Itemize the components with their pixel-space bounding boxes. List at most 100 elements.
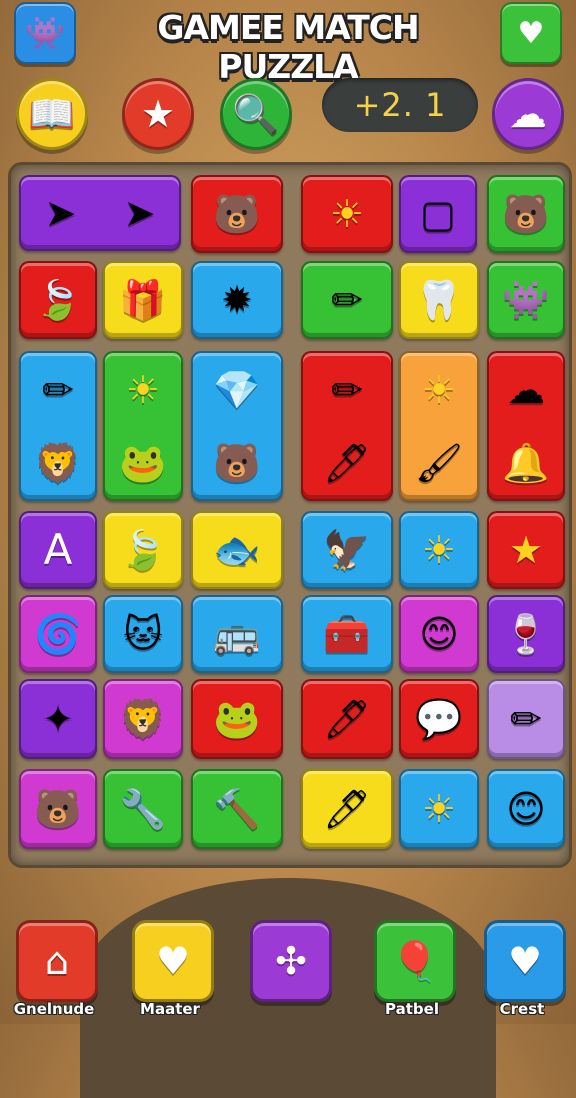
tile-pencil[interactable]: ✏ (487, 679, 565, 759)
nav-button-gnelnude[interactable]: ⌂ (16, 920, 98, 1002)
tile-face[interactable]: 😊 (487, 769, 565, 849)
tile-glass[interactable]: 🍷 (487, 595, 565, 673)
tile-sun[interactable]: ☀ (399, 511, 479, 589)
pen-icon: 🖊 (322, 787, 372, 831)
monster-icon: 👾 (502, 278, 550, 322)
bear-icon: 🐻 (213, 440, 261, 485)
tile-pen[interactable]: 🖊 (301, 769, 393, 849)
tile-gem[interactable]: 💎 🐻 (191, 351, 283, 501)
tile-sun[interactable]: ☀ 🖌 (399, 351, 479, 501)
pencil-icon: ✏ (331, 367, 363, 412)
heart-icon: ♥ (507, 939, 543, 983)
bear-icon: 🐻 (34, 787, 82, 831)
pen-icon: ✏ (42, 367, 74, 412)
nav-button-network[interactable]: ✣ (250, 920, 332, 1002)
face-icon: 😊 (419, 612, 459, 656)
mirror-icon: ▢ (420, 192, 456, 236)
frog-icon: 🐸 (213, 697, 261, 741)
tile-lion[interactable]: 🦁 (103, 679, 183, 759)
spiral-icon: 🌀 (34, 612, 82, 656)
tile-bag[interactable]: 🧰 (301, 595, 393, 673)
tile-bus[interactable]: 🚌 (191, 595, 283, 673)
nav-button-crest[interactable]: ♥ (484, 920, 566, 1002)
arrow-icon: ➤ (44, 191, 77, 235)
bear-icon: 🐻 (213, 192, 261, 236)
leaf-icon: 🍃 (34, 278, 82, 322)
tile-star[interactable]: ★ (487, 511, 565, 589)
tile-bear[interactable]: 🐻 (19, 769, 97, 849)
sun-icon: ☀ (329, 192, 365, 236)
tile-fish[interactable]: 🐟 (191, 511, 283, 589)
nav-button-patbel[interactable]: 🎈 (374, 920, 456, 1002)
tile-sun[interactable]: ☀ (301, 175, 393, 253)
monster-button[interactable]: 👾 (14, 2, 76, 64)
tile-flower[interactable]: ✹ (191, 261, 283, 339)
arrow-icon: ➤ (123, 191, 156, 235)
tile-bear[interactable]: 🐻 (191, 175, 283, 253)
tile-tooth[interactable]: 🦷 (399, 261, 479, 339)
cloud-icon: ☁ (507, 367, 545, 412)
gem-icon: 💎 (213, 367, 261, 412)
nav-label: Maater (140, 1000, 200, 1018)
glass-icon: 🍷 (502, 612, 550, 656)
shuriken-icon: ✦ (42, 697, 74, 741)
leaf-icon: 🍃 (119, 528, 167, 572)
cat-icon: 🐱 (123, 612, 163, 656)
tile-bubble[interactable]: 💬 (399, 679, 479, 759)
house-icon: ⌂ (44, 939, 70, 983)
tile-leaf[interactable]: 🍃 (103, 511, 183, 589)
tile-leaf[interactable]: 🍃 (19, 261, 97, 339)
robot-icon: 🐸 (119, 440, 167, 485)
hammer-icon: 🔨 (213, 787, 261, 831)
tile-bear-face[interactable]: 🐻 (487, 175, 565, 253)
tile-face[interactable]: 😊 (399, 595, 479, 673)
tile-shuriken[interactable]: ✦ (19, 679, 97, 759)
balloon-icon: 🎈 (391, 939, 439, 983)
sun-icon: ☀ (421, 787, 457, 831)
tile-mirror[interactable]: ▢ (399, 175, 477, 253)
score-display: +2. 1 (322, 78, 478, 132)
monster-icon: 👾 (25, 14, 65, 52)
tile-frog[interactable]: 🐸 (191, 679, 283, 759)
star-icon: ★ (140, 92, 176, 136)
pen-icon: 🖊 (322, 697, 372, 741)
tile-sun[interactable]: ☀ 🐸 (103, 351, 183, 501)
tile-monster[interactable]: 👾 (487, 261, 565, 339)
heart-icon: ♥ (517, 15, 545, 51)
brush-icon: 🖌 (414, 440, 464, 485)
tile-hammer[interactable]: 🔨 (191, 769, 283, 849)
tooth-icon: 🦷 (415, 278, 463, 322)
nav-label: Patbel (385, 1000, 439, 1018)
heart-button[interactable]: ♥ (500, 2, 562, 64)
book-icon: 📖 (28, 92, 76, 136)
star-button[interactable]: ★ (122, 78, 194, 150)
pencil-icon: ✏ (510, 697, 542, 741)
tile-cat[interactable]: 🐱 (103, 595, 183, 673)
tile-compass[interactable]: A (19, 511, 97, 589)
nodes-icon: ✣ (275, 939, 307, 983)
tile-cloud[interactable]: ☁ 🔔 (487, 351, 565, 501)
game-title: GAMEE MATCH PUZZLA (157, 8, 419, 86)
lion-icon: 🦁 (119, 697, 167, 741)
bubble-icon: 💬 (415, 697, 463, 741)
nav-label: Gnelnude (13, 1000, 95, 1018)
nav-button-maater[interactable]: ♥ (132, 920, 214, 1002)
tile-sun[interactable]: ☀ (399, 769, 479, 849)
book-button[interactable]: 📖 (16, 78, 88, 150)
tile-pen[interactable]: ✏ 🦁 (19, 351, 97, 501)
tile-pencil[interactable]: ✏ (301, 261, 393, 339)
tile-pen[interactable]: 🖊 (301, 679, 393, 759)
tile-box[interactable]: 🎁 (103, 261, 183, 339)
tile-pencil[interactable]: ✏ 🖊 (301, 351, 393, 501)
cloud-button[interactable]: ☁ (492, 78, 564, 150)
star-icon: ★ (508, 528, 544, 572)
magnifier-icon: 🔍 (232, 92, 280, 136)
tile-arrow[interactable]: ➤ ➤ (19, 175, 181, 251)
nav-label: Crest (499, 1000, 545, 1018)
wrench-icon: 🔧 (119, 787, 167, 831)
face-icon: 😊 (506, 787, 546, 831)
tile-bird[interactable]: 🦅 (301, 511, 393, 589)
search-button[interactable]: 🔍 (220, 78, 292, 150)
tile-spiral[interactable]: 🌀 (19, 595, 97, 673)
tile-wrench[interactable]: 🔧 (103, 769, 183, 849)
